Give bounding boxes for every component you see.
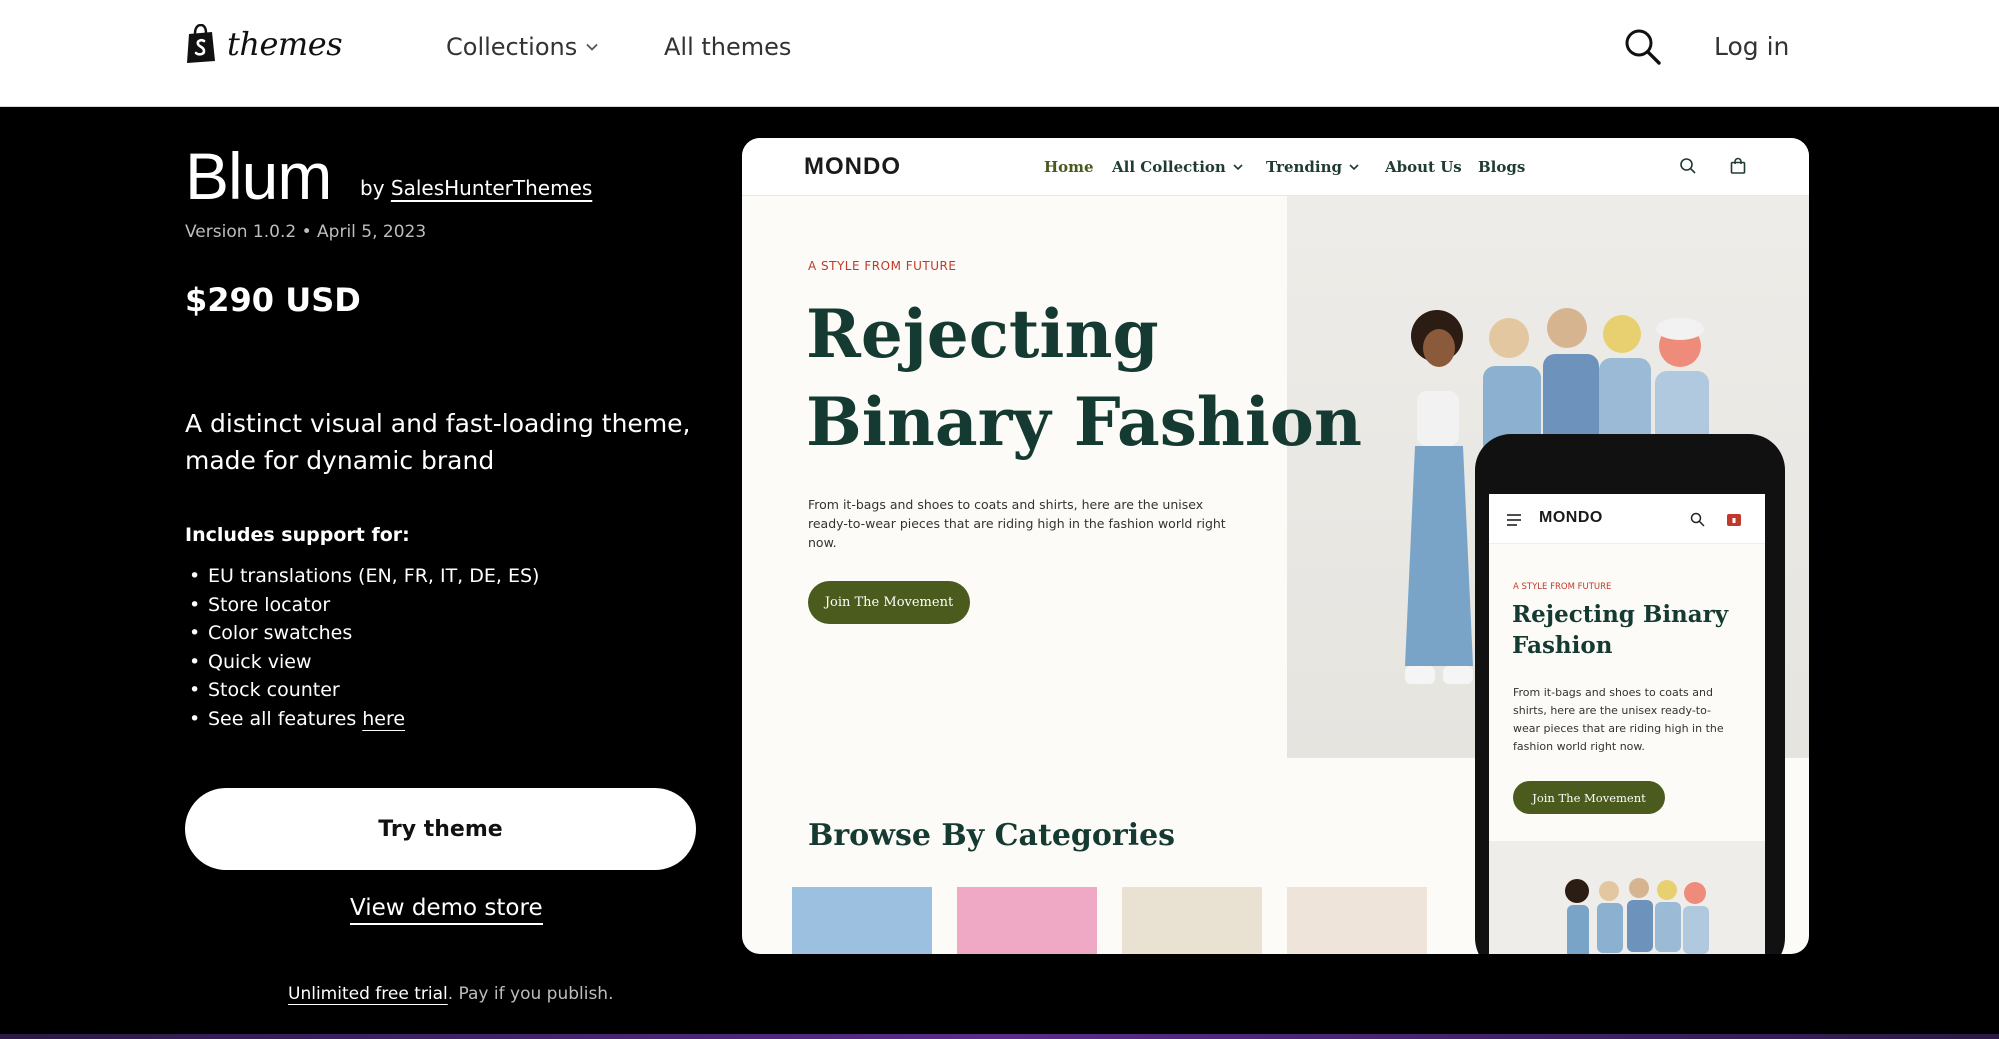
preview-nav-home: Home (1044, 158, 1094, 176)
phone-header: MONDO (1489, 494, 1765, 544)
phone-kicker: A STYLE FROM FUTURE (1513, 582, 1612, 592)
phone-headline: Rejecting Binary Fashion (1512, 601, 1729, 659)
version-separator: • (301, 222, 312, 242)
feature-item: Store locator (185, 591, 539, 620)
nav-all-themes[interactable]: All themes (664, 33, 791, 61)
phone-mockup: MONDO A STYLE FROM FUTURE Rejecting Bina… (1475, 434, 1785, 954)
free-trial-link[interactable]: Unlimited free trial (288, 984, 448, 1004)
version-text: Version 1.0.2 (185, 222, 297, 242)
brand-text: themes (227, 25, 343, 63)
feature-item: Color swatches (185, 619, 539, 648)
top-navigation: themes Collections All themes Log in (0, 0, 1999, 107)
chevron-down-icon (1233, 164, 1243, 171)
preview-nav-label: All Collection (1112, 158, 1226, 176)
nav-collections-label: Collections (446, 33, 578, 61)
search-icon (1690, 512, 1705, 527)
preview-cta-button: Join The Movement (808, 581, 970, 624)
theme-tagline: A distinct visual and fast-loading theme… (185, 409, 691, 475)
by-prefix: by (360, 176, 385, 200)
feature-item: Quick view (185, 648, 539, 677)
preview-nav-label: Home (1044, 158, 1094, 176)
category-thumbnail (1122, 887, 1262, 954)
try-theme-button[interactable]: Try theme (185, 788, 696, 870)
preview-logo-text: MONDO (804, 153, 901, 180)
preview-nav-about: About Us (1385, 158, 1462, 176)
search-icon (1680, 158, 1696, 174)
phone-screen: MONDO A STYLE FROM FUTURE Rejecting Bina… (1489, 494, 1765, 954)
phone-cta-button: Join The Movement (1513, 781, 1665, 814)
preview-kicker: A STYLE FROM FUTURE (808, 259, 957, 273)
trial-suffix: . Pay if you publish. (447, 984, 614, 1004)
category-thumbnail (1287, 887, 1427, 954)
preview-nav-all-collection: All Collection (1112, 158, 1244, 176)
preview-nav-label: About Us (1385, 158, 1462, 176)
category-thumbnail (957, 887, 1097, 954)
cart-icon (1730, 157, 1746, 174)
theme-preview[interactable]: MONDO Home All Collection Trending About… (742, 138, 1809, 954)
release-date: April 5, 2023 (317, 222, 427, 242)
phone-logo: MONDO (1539, 509, 1603, 527)
category-thumbnail (792, 887, 932, 954)
trial-note: Unlimited free trial. Pay if you publish… (288, 984, 614, 1004)
preview-description: From it-bags and shoes to coats and shir… (808, 497, 1226, 550)
theme-price: $290 USD (185, 281, 361, 319)
menu-icon (1507, 514, 1521, 526)
preview-nav-label: Blogs (1478, 158, 1526, 176)
author-link[interactable]: SalesHunterThemes (391, 176, 592, 200)
version-info: Version 1.0.2 • April 5, 2023 (185, 222, 426, 242)
preview-header: MONDO Home All Collection Trending About… (742, 138, 1809, 196)
people-group-illustration (1565, 878, 1709, 954)
search-icon[interactable] (1622, 26, 1662, 66)
feature-item-see-all: See all features here (185, 705, 539, 734)
shopify-themes-logo[interactable]: themes (185, 24, 343, 64)
theme-author-line: by SalesHunterThemes (360, 176, 592, 200)
feature-item: EU translations (EN, FR, IT, DE, ES) (185, 562, 539, 591)
see-all-prefix: See all features (208, 707, 357, 730)
preview-nav-trending: Trending (1266, 158, 1360, 176)
see-all-features-link[interactable]: here (362, 708, 405, 730)
preview-logo: MONDO (804, 153, 901, 181)
preview-browse-title: Browse By Categories (808, 818, 1176, 853)
preview-nav-blogs: Blogs (1478, 158, 1525, 176)
preview-headline: Rejecting Binary Fashion (806, 295, 1362, 461)
phone-hero-image (1489, 841, 1765, 954)
chevron-down-icon (1349, 164, 1359, 171)
login-link[interactable]: Log in (1714, 32, 1789, 61)
theme-name: Blum (185, 139, 332, 213)
phone-description: From it-bags and shoes to coats and shir… (1513, 686, 1724, 753)
nav-all-themes-label: All themes (664, 33, 792, 61)
support-title: Includes support for: (185, 524, 410, 546)
phone-logo-text: MONDO (1539, 509, 1603, 526)
nav-collections[interactable]: Collections (446, 33, 599, 61)
preview-nav-label: Trending (1266, 158, 1343, 176)
cart-icon (1727, 514, 1741, 526)
bottom-gradient-strip (0, 1034, 1999, 1039)
feature-list: EU translations (EN, FR, IT, DE, ES) Sto… (185, 562, 539, 734)
shopify-bag-icon (187, 24, 215, 63)
chevron-down-icon (586, 43, 598, 51)
feature-item: Stock counter (185, 676, 539, 705)
view-demo-store-link[interactable]: View demo store (350, 895, 543, 925)
